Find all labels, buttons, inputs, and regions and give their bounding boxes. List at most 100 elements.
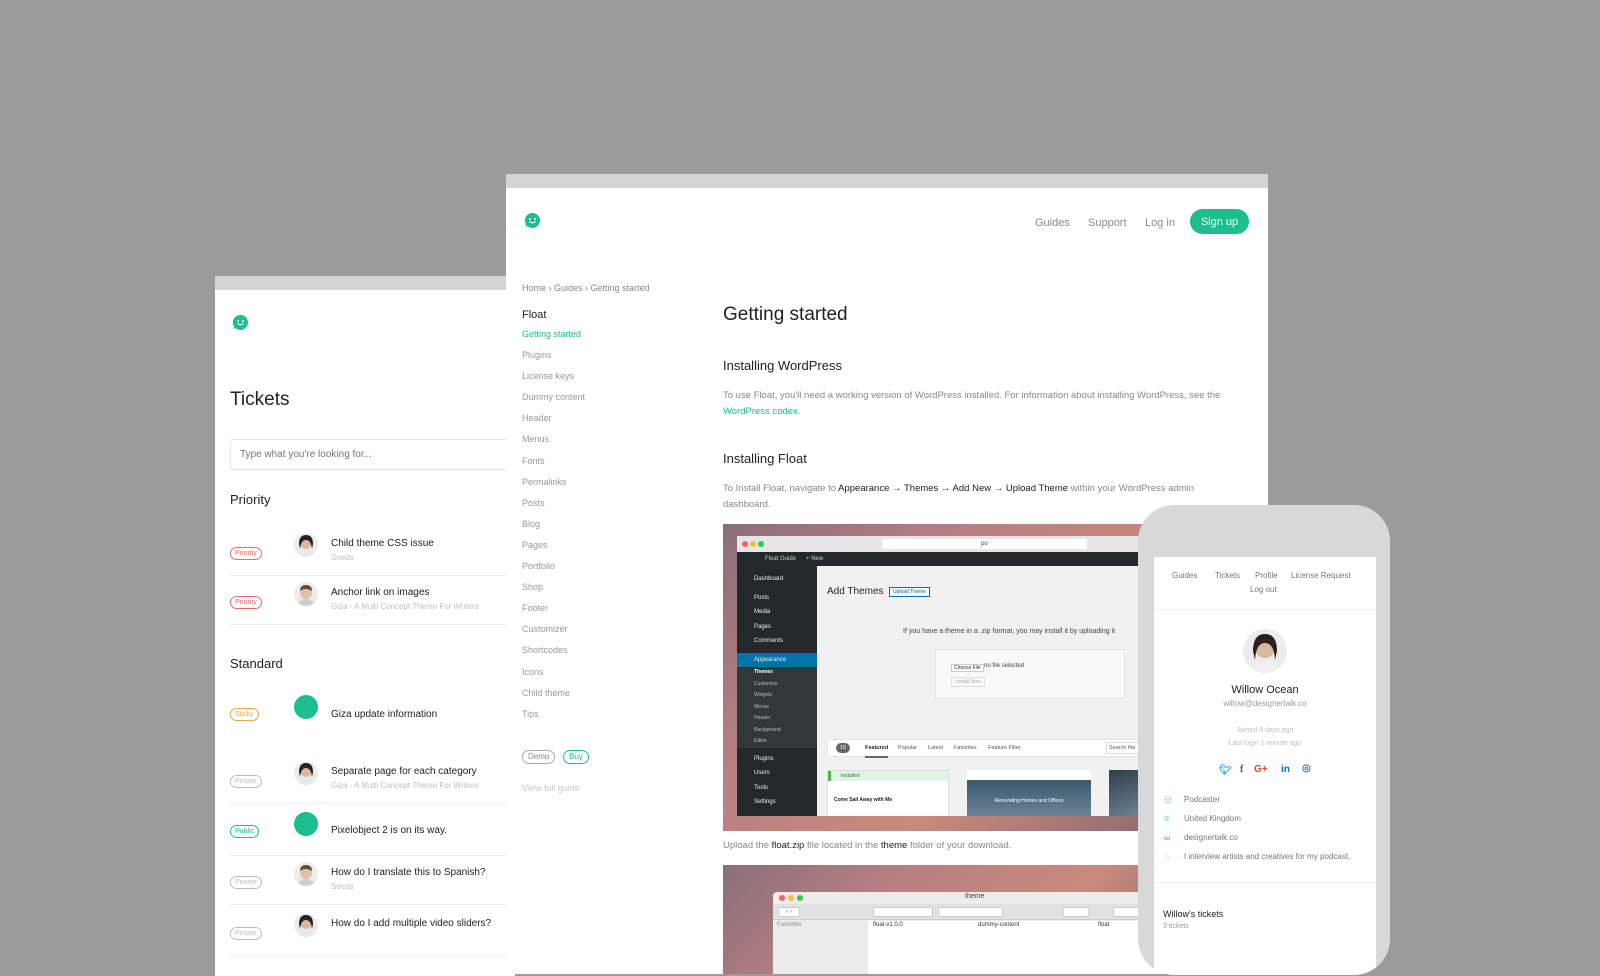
maximize-dot-icon	[797, 895, 803, 901]
sidebar-item[interactable]: Dummy content	[522, 392, 682, 413]
demo-button[interactable]: Demo	[522, 750, 556, 764]
sidebar-item[interactable]: Pages	[522, 540, 682, 561]
sidebar-item[interactable]: Fonts	[522, 456, 682, 477]
search-input[interactable]	[230, 439, 515, 470]
install-now-button[interactable]: Install Now	[951, 677, 986, 687]
window-chrome	[215, 276, 515, 290]
admin-menu-item[interactable]: Media	[754, 605, 817, 620]
upload-theme-button[interactable]: Upload Theme	[889, 587, 930, 597]
admin-submenu-item[interactable]: Themes	[754, 667, 817, 679]
admin-menu-item[interactable]: Settings	[754, 795, 817, 810]
sidebar-item[interactable]: Posts	[522, 498, 682, 519]
brand-logo-icon[interactable]	[524, 212, 541, 234]
admin-submenu-item[interactable]: Header	[754, 713, 817, 725]
sidebar-item[interactable]: Portfolio	[522, 561, 682, 582]
finder-window: theme ‹ › Favorites float-v1.0.0 dummy-c…	[773, 892, 1173, 974]
breadcrumb[interactable]: Home › Guides › Getting started	[522, 283, 650, 293]
buy-button[interactable]: Buy	[563, 750, 589, 764]
sidebar-item[interactable]: Icons	[522, 667, 682, 688]
address-bar[interactable]: po	[882, 539, 1087, 549]
avatar	[294, 533, 318, 557]
tab-latest[interactable]: Latest	[928, 740, 943, 756]
theme-card[interactable]: Installed Come Sail Away with Me	[827, 770, 949, 816]
admin-submenu-item[interactable]: Customize	[754, 679, 817, 691]
tab-favorites[interactable]: Favorites	[954, 740, 977, 756]
phone-nav-guides[interactable]: Guides	[1172, 571, 1197, 580]
dropbox-icon[interactable]	[1063, 907, 1089, 917]
nav-guides[interactable]: Guides	[1035, 217, 1070, 229]
arrange-icon[interactable]	[938, 907, 1003, 917]
tab-popular[interactable]: Popular	[898, 740, 917, 756]
twitter-icon[interactable]: 🐦︎	[1219, 765, 1232, 776]
sidebar-item[interactable]: Getting started	[522, 329, 682, 350]
nav-login[interactable]: Log in	[1145, 217, 1175, 229]
ticket-row[interactable]: Priority Child theme CSS issue Seeds	[230, 526, 515, 576]
ticket-row[interactable]: Private Separate page for each category …	[230, 754, 515, 804]
sidebar-item[interactable]: Footer	[522, 603, 682, 624]
folder-item[interactable]: float-v1.0.0	[873, 922, 903, 928]
ticket-row[interactable]: Private How do I add multiple video slid…	[230, 906, 515, 956]
theme-card[interactable]: Renovating Homes and Offices	[967, 770, 1091, 816]
view-full-guide-link[interactable]: View full guide	[522, 783, 580, 793]
choose-file-button[interactable]: Choose File	[951, 664, 984, 672]
google-plus-icon[interactable]: G+	[1254, 764, 1268, 775]
sidebar-item[interactable]: Shop	[522, 582, 682, 603]
admin-submenu-item[interactable]: Background	[754, 725, 817, 737]
admin-bar-new[interactable]: + New	[806, 556, 823, 562]
folder-item[interactable]: dummy-content	[978, 922, 1019, 928]
folder-item[interactable]: float	[1098, 922, 1109, 928]
sidebar-item[interactable]: Customizer	[522, 624, 682, 645]
sidebar-item[interactable]: Child theme	[522, 688, 682, 709]
ticket-title[interactable]: Giza update information	[331, 709, 437, 720]
brand-logo-icon[interactable]	[232, 314, 249, 336]
tab-feature-filter[interactable]: Feature Filter	[988, 740, 1021, 756]
ticket-row[interactable]: Private How do I translate this to Spani…	[230, 855, 515, 905]
admin-menu-item[interactable]: Dashboard	[754, 572, 817, 587]
ticket-row[interactable]: Public Pixelobject 2 is on its way.	[230, 806, 515, 856]
sidebar-item[interactable]: Menus	[522, 434, 682, 455]
phone-nav-tickets[interactable]: Tickets	[1215, 571, 1240, 580]
nav-support[interactable]: Support	[1088, 217, 1127, 229]
tab-featured[interactable]: Featured	[865, 740, 889, 758]
sidebar-item[interactable]: Tips	[522, 709, 682, 730]
admin-menu-item[interactable]: Users	[754, 766, 817, 781]
ticket-title[interactable]: Separate page for each category	[331, 766, 477, 777]
instagram-icon[interactable]: ◎	[1302, 763, 1311, 774]
admin-menu-item[interactable]: Tools	[754, 781, 817, 796]
phone-nav-license[interactable]: License Request	[1291, 571, 1351, 580]
admin-menu-item-active[interactable]: Appearance	[737, 652, 817, 667]
sidebar-item[interactable]: Permalinks	[522, 477, 682, 498]
admin-submenu-item[interactable]: Widgets	[754, 690, 817, 702]
sidebar-item[interactable]: Header	[522, 413, 682, 434]
ticket-title[interactable]: How do I add multiple video sliders?	[331, 918, 491, 929]
back-forward-icon[interactable]: ‹ ›	[778, 907, 800, 917]
sidebar-item[interactable]: Blog	[522, 519, 682, 540]
ticket-title[interactable]: Pixelobject 2 is on its way.	[331, 825, 447, 836]
theme-card-title: Come Sail Away with Me	[834, 797, 893, 803]
ticket-row[interactable]: Sticky Giza update information	[230, 688, 515, 748]
ticket-title[interactable]: How do I translate this to Spanish?	[331, 867, 486, 878]
phone-nav-logout[interactable]: Log out	[1250, 585, 1277, 594]
sidebar-item[interactable]: License keys	[522, 371, 682, 392]
ticket-title[interactable]: Child theme CSS issue	[331, 538, 434, 549]
admin-submenu-item[interactable]: Editor	[754, 736, 817, 748]
admin-menu-item[interactable]: Comments	[754, 634, 817, 649]
admin-menu-item[interactable]: Plugins	[754, 752, 817, 767]
sidebar-item[interactable]: Plugins	[522, 350, 682, 371]
link-icon: ∞	[1164, 833, 1171, 843]
admin-bar-site[interactable]: Float Guide	[765, 556, 796, 562]
view-mode-icon[interactable]	[873, 907, 933, 917]
profile-location: United Kingdom	[1184, 814, 1241, 823]
admin-menu-item[interactable]: Pages	[754, 620, 817, 635]
ticket-row[interactable]: Priority Anchor link on images Giza - A …	[230, 575, 515, 625]
facebook-icon[interactable]: f	[1240, 764, 1243, 775]
admin-submenu-item[interactable]: Menus	[754, 702, 817, 714]
wordpress-codex-link[interactable]: WordPress codex.	[723, 406, 800, 417]
linkedin-icon[interactable]: in	[1281, 764, 1290, 775]
ticket-title[interactable]: Anchor link on images	[331, 587, 429, 598]
profile-website[interactable]: designertalk.co	[1184, 833, 1238, 842]
sidebar-item[interactable]: Shortcodes	[522, 645, 682, 666]
admin-menu-item[interactable]: Posts	[754, 591, 817, 606]
signup-button[interactable]: Sign up	[1190, 209, 1249, 234]
phone-nav-profile[interactable]: Profile	[1255, 571, 1278, 580]
